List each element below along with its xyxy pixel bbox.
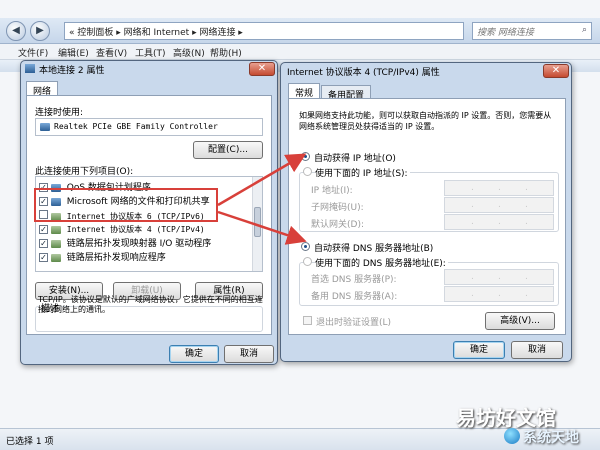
- watermark-site-b: 系统天地: [523, 430, 579, 446]
- arrow-to-auto-dns: [217, 210, 307, 245]
- arrow-to-auto-ip: [217, 153, 307, 207]
- logo-icon: [504, 428, 520, 444]
- annotation-arrows: [217, 153, 307, 245]
